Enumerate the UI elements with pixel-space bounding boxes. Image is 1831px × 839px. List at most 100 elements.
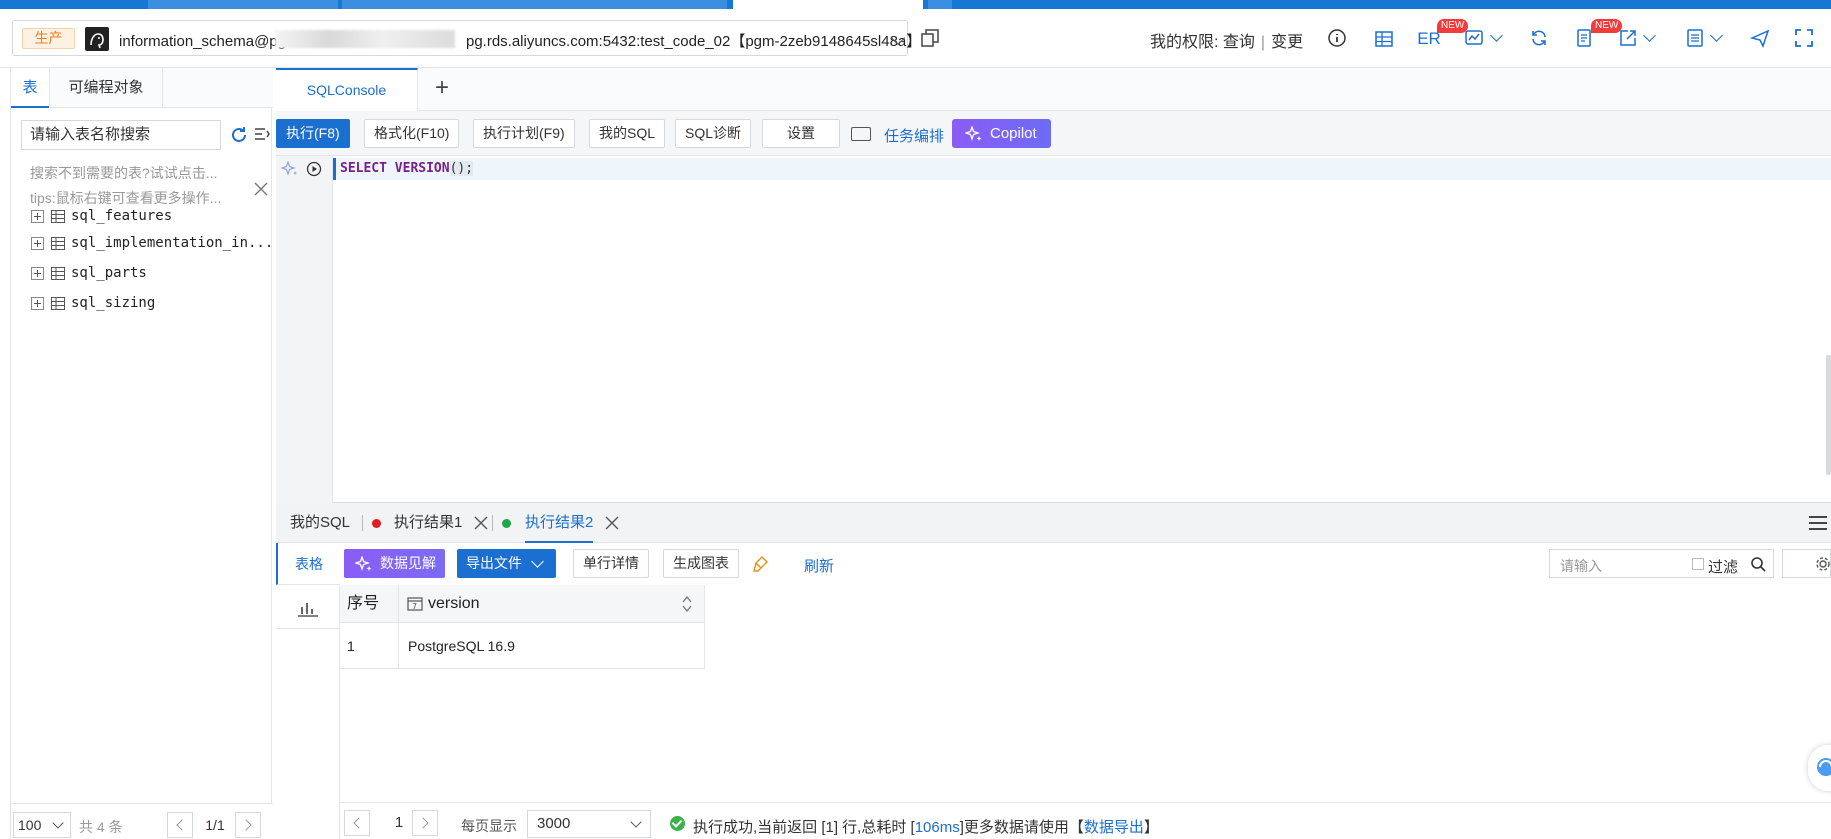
page-size-select[interactable]: 100 — [13, 812, 71, 838]
table-icon[interactable] — [1374, 29, 1394, 49]
tab-sqlconsole[interactable]: SQLConsole — [276, 68, 418, 111]
format-button[interactable]: 格式化(F10) — [364, 119, 460, 148]
data-insight-label: 数据见解 — [380, 555, 436, 571]
run-line-icon[interactable] — [306, 161, 322, 177]
next-page-button[interactable] — [412, 810, 438, 836]
settings-button[interactable]: 设置 — [762, 119, 840, 148]
result-search-box[interactable]: 请输入 过滤 — [1549, 549, 1774, 578]
chevron-left-icon — [353, 817, 365, 829]
clear-brush-icon[interactable] — [752, 555, 770, 573]
chevron-down-icon — [630, 816, 642, 828]
table-cell-index[interactable]: 1 — [340, 623, 399, 669]
chevron-down-icon[interactable] — [1710, 29, 1723, 42]
chevron-down-icon[interactable] — [1643, 29, 1656, 42]
generate-chart-button[interactable]: 生成图表 — [663, 549, 739, 578]
refresh-icon[interactable] — [229, 125, 249, 145]
tab-programmable[interactable]: 可编程对象 — [49, 68, 163, 108]
table-name: sql_implementation_in... — [71, 235, 274, 251]
tab-my-sql[interactable]: 我的SQL — [290, 503, 350, 543]
explain-plan-button[interactable]: 执行计划(F9) — [473, 119, 575, 148]
monitor-icon[interactable] — [1464, 28, 1484, 48]
data-insight-button[interactable]: 数据见解 — [344, 549, 445, 578]
refresh-link[interactable]: 刷新 — [804, 555, 834, 576]
column-header-version[interactable]: 7 version — [399, 585, 705, 623]
result-tabs: 我的SQL 执行结果1 执行结果2 — [276, 503, 1831, 543]
left-panel-pagination: 100 共 4 条 1/1 — [11, 803, 273, 839]
sync-icon[interactable] — [1529, 28, 1549, 48]
page-size-value: 100 — [18, 817, 42, 833]
row-detail-button[interactable]: 单行详情 — [573, 549, 649, 578]
permission-label: 我的权限: — [1150, 34, 1219, 51]
sql-code-line[interactable]: SELECT VERSION(); — [340, 161, 474, 176]
info-icon[interactable] — [1327, 28, 1347, 48]
sql-diagnose-button[interactable]: SQL诊断 — [675, 119, 752, 148]
my-sql-button[interactable]: 我的SQL — [589, 119, 666, 148]
current-page[interactable]: 1 — [384, 810, 414, 836]
env-badge: 生产 — [22, 28, 75, 49]
close-icon[interactable] — [474, 516, 488, 530]
next-page-button[interactable] — [235, 812, 261, 838]
error-dot-icon — [372, 519, 381, 528]
sql-keyword-version: VERSION — [394, 161, 450, 176]
expand-icon[interactable] — [31, 210, 44, 223]
chevron-down-icon — [531, 555, 544, 568]
left-panel-tabs: 表 可编程对象 — [11, 68, 273, 108]
result-search-input[interactable]: 请输入 — [1560, 556, 1602, 576]
menu-icon[interactable] — [1809, 516, 1827, 530]
top-tab-2[interactable] — [342, 0, 727, 9]
tab-result-2[interactable]: 执行结果2 — [525, 503, 594, 543]
connection-text: information_schema@pg pg.rds.aliyuncs.com… — [119, 30, 921, 51]
table-name: sql_features — [71, 208, 173, 224]
tab-result-1[interactable]: 执行结果1 — [394, 503, 462, 543]
top-tab-1[interactable] — [148, 0, 338, 9]
tab-chart-view[interactable] — [276, 587, 340, 629]
table-cell-version[interactable]: PostgreSQL 16.9 — [399, 623, 705, 669]
ai-sparkle-icon[interactable] — [281, 161, 299, 177]
close-icon[interactable] — [605, 516, 619, 530]
task-orchestration-link[interactable]: 任务编排 — [884, 125, 944, 146]
editor-gutter — [276, 156, 333, 503]
list-icon[interactable] — [1685, 28, 1705, 48]
tab-grid-view[interactable]: 表格 — [276, 543, 340, 585]
add-tab-button[interactable]: + — [428, 75, 456, 103]
filter-label: 过滤 — [1708, 559, 1739, 576]
sort-icon[interactable] — [682, 595, 692, 613]
sql-editor[interactable]: SELECT VERSION(); — [276, 156, 1831, 503]
status-text-1: 执行成功,当前返回 [1] 行,总耗时 [ — [693, 819, 915, 836]
search-icon[interactable] — [1750, 556, 1766, 572]
filter-checkbox[interactable] — [1692, 558, 1704, 570]
result-toolbar: 数据见解 导出文件 单行详情 生成图表 刷新 请输入 过滤 — [340, 543, 1831, 585]
tab-tables[interactable]: 表 — [11, 68, 49, 108]
copy-icon[interactable] — [920, 28, 940, 48]
connection-prefix: information_schema@pg — [119, 33, 286, 50]
fullscreen-icon[interactable] — [1794, 28, 1814, 48]
prev-page-button[interactable] — [167, 812, 193, 838]
top-tab-3[interactable] — [928, 0, 952, 9]
table-grid-icon — [51, 297, 65, 310]
top-tab-active[interactable] — [733, 0, 923, 9]
search-hint[interactable]: 搜索不到需要的表?试试点击... — [30, 163, 217, 183]
export-file-button[interactable]: 导出文件 — [457, 549, 556, 578]
execute-button[interactable]: 执行(F8) — [276, 119, 350, 148]
expand-icon[interactable] — [31, 297, 44, 310]
copilot-button[interactable]: Copilot — [952, 119, 1051, 148]
prev-page-button[interactable] — [344, 810, 370, 836]
table-search-input[interactable]: 请输入表名称搜索 — [21, 120, 221, 150]
send-icon[interactable] — [1750, 28, 1770, 48]
settings-button[interactable] — [1782, 549, 1831, 578]
scrollbar[interactable] — [1826, 355, 1831, 475]
export-icon[interactable] — [1618, 28, 1638, 48]
filter-icon[interactable] — [253, 125, 271, 143]
export-file-label: 导出文件 — [466, 555, 522, 571]
total-count: 共 4 条 — [79, 819, 123, 835]
expand-icon[interactable] — [31, 237, 44, 250]
result-side-tabs: 表格 — [276, 543, 340, 839]
close-icon[interactable] — [254, 182, 268, 196]
svg-text:7: 7 — [412, 602, 417, 611]
keyboard-icon[interactable] — [851, 127, 871, 141]
data-export-link[interactable]: 数据导出 — [1084, 819, 1144, 836]
connection-selector[interactable]: 生产 information_schema@pg pg.rds.aliyuncs.… — [12, 20, 921, 56]
per-page-select[interactable]: 3000 — [527, 810, 651, 838]
chevron-down-icon[interactable] — [1490, 29, 1503, 42]
expand-icon[interactable] — [31, 267, 44, 280]
